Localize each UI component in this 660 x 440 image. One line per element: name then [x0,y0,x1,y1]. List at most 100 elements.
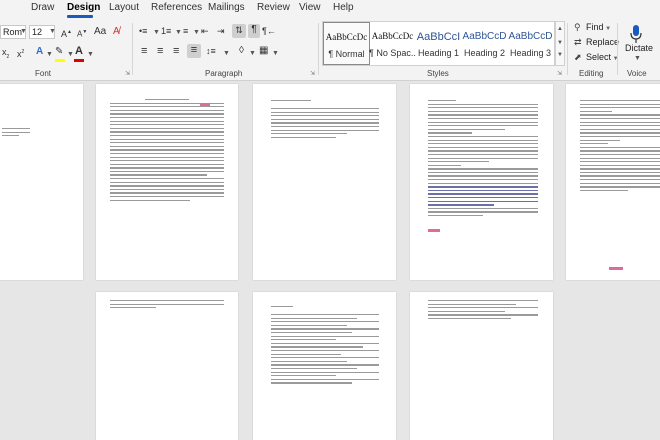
font-group-label: Font [35,69,52,78]
align-center-icon[interactable]: ≡ [157,45,163,57]
numbering-icon[interactable]: 1≡ [161,25,171,37]
ribbon-tab-bar: Draw Design Layout References Mailings R… [0,0,660,19]
styles-group-label: Styles [427,69,449,78]
toc-entries [271,108,379,140]
style-no-spacing[interactable]: AaBbCcDc ¶ No Spac... [369,22,416,65]
style-preview: AaBbCcDc [325,32,368,42]
find-button[interactable]: ⚲ Find ▼ [574,22,611,33]
tab-mailings[interactable]: Mailings [208,2,245,13]
bullets-dropdown-icon[interactable]: ▼ [153,29,160,36]
document-page[interactable] [96,292,238,440]
tab-review[interactable]: Review [257,2,290,13]
font-size-dropdown-icon[interactable]: ▼ [49,28,56,35]
tab-references[interactable]: References [151,2,202,13]
style-name: ¶ Normal [328,49,365,59]
style-normal[interactable]: AaBbCcDc ¶ Normal [323,22,370,65]
paragraph-group-label: Paragraph [205,69,243,78]
styles-gallery-scroll[interactable]: ▲ ▼ ▼ [555,21,565,66]
font-color-icon[interactable]: A [75,45,83,57]
decrease-indent-icon[interactable]: ⇤ [201,25,209,37]
shading-icon[interactable]: ◊ [239,45,244,57]
grow-font-icon[interactable]: A▲ [61,26,72,40]
document-page[interactable] [96,84,238,280]
font-color-dropdown-icon[interactable]: ▼ [87,51,94,58]
increase-indent-icon[interactable]: ⇥ [217,25,225,37]
font-color-bar [74,59,84,62]
sort-icon[interactable]: ⇅ [232,24,246,38]
justify-icon[interactable]: ≡ [187,44,201,58]
search-icon: ⚲ [574,22,581,32]
multilevel-dropdown-icon[interactable]: ▼ [193,29,200,36]
document-page[interactable] [410,292,553,440]
style-heading-3[interactable]: AaBbCcD Heading 3 [507,22,554,65]
tab-design[interactable]: Design [67,2,100,13]
document-page[interactable] [253,292,396,440]
style-heading-1[interactable]: AaBbCcI Heading 1 [415,22,462,65]
change-case-icon[interactable]: Aa [94,26,106,38]
document-page[interactable] [410,84,553,280]
find-label: Find [586,22,604,32]
font-dialog-launcher-icon[interactable]: ⇲ [125,70,130,77]
align-left-icon[interactable]: ≡ [141,45,147,57]
font-name-dropdown-icon[interactable]: ▼ [20,28,27,35]
scroll-down-icon[interactable]: ▼ [556,36,564,50]
style-name: ¶ No Spac... [369,48,416,58]
styles-dialog-launcher-icon[interactable]: ⇲ [557,70,562,77]
document-page[interactable] [0,84,83,280]
tab-help[interactable]: Help [333,2,354,13]
replace-button[interactable]: ⇄ Replace [574,37,619,48]
group-separator [318,23,319,75]
highlight-dropdown-icon[interactable]: ▼ [67,51,74,58]
line-spacing-icon[interactable]: ↕≡ [206,45,216,57]
select-button[interactable]: ⬈ Select ▼ [574,52,619,63]
document-page[interactable] [566,84,660,280]
document-page[interactable] [253,84,396,280]
paragraph-dialog-launcher-icon[interactable]: ⇲ [310,70,315,77]
group-separator [567,23,568,75]
page-text [110,300,224,311]
style-name: Heading 2 [463,48,506,58]
clear-formatting-icon[interactable]: A̸ [113,26,120,38]
toc-heading [271,100,311,104]
style-preview: AaBbCcDc [371,31,414,41]
line-spacing-dropdown-icon[interactable]: ▼ [223,50,230,57]
page-text [580,100,660,193]
rtl-direction-icon[interactable]: ¶← [262,25,276,37]
borders-dropdown-icon[interactable]: ▼ [272,50,279,57]
tab-draw[interactable]: Draw [31,2,54,13]
highlight-color-bar [55,59,65,62]
text-effects-icon[interactable]: A [36,46,43,58]
page-text [428,100,538,219]
style-heading-2[interactable]: AaBbCcD Heading 2 [461,22,508,65]
tab-view[interactable]: View [299,2,321,13]
borders-icon[interactable]: ▦ [259,45,268,57]
show-formatting-marks-icon[interactable]: ¶ [248,24,260,38]
reference-list [428,300,538,322]
tab-layout[interactable]: Layout [109,2,139,13]
active-tab-indicator [67,15,93,18]
shading-dropdown-icon[interactable]: ▼ [249,50,256,57]
highlight-icon[interactable]: ✎ [55,46,63,58]
style-preview: AaBbCcD [508,31,553,42]
text-effects-dropdown-icon[interactable]: ▼ [46,51,53,58]
page-text [2,128,30,139]
multilevel-list-icon[interactable]: ≡ [183,25,188,37]
ribbon: Rom ▼ 12 ▼ A▲ A▼ Aa A̸ x2 x2 A ▼ ✎ ▼ A ▼… [0,19,660,81]
dictate-label[interactable]: Dictate [625,43,653,53]
shrink-font-icon[interactable]: A▼ [77,26,87,41]
align-right-icon[interactable]: ≡ [173,45,179,57]
replace-label: Replace [586,37,620,47]
more-styles-icon[interactable]: ▼ [556,50,564,60]
reference-list [271,314,379,386]
style-preview: AaBbCcD [462,31,507,42]
subscript-icon[interactable]: x2 [2,46,9,63]
style-name: Heading 3 [509,48,552,58]
microphone-icon[interactable] [629,24,643,44]
styles-gallery: AaBbCcDc ¶ Normal AaBbCcDc ¶ No Spac... … [322,21,555,66]
superscript-icon[interactable]: x2 [17,46,24,60]
bullets-icon[interactable]: •≡ [139,25,147,37]
numbering-dropdown-icon[interactable]: ▼ [175,29,182,36]
dictate-dropdown-icon[interactable]: ▼ [634,55,641,62]
page-text [110,99,224,203]
scroll-up-icon[interactable]: ▲ [556,22,564,36]
